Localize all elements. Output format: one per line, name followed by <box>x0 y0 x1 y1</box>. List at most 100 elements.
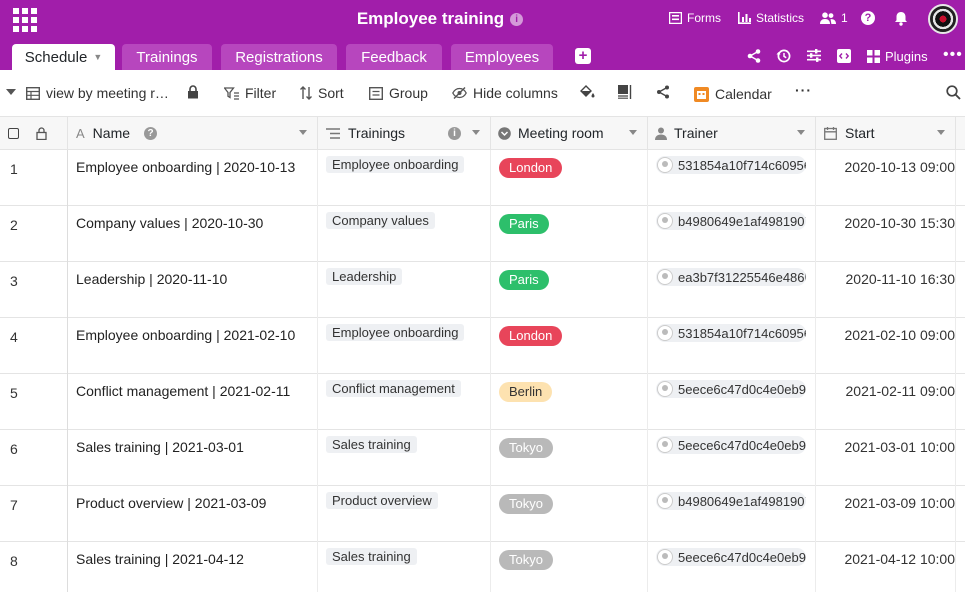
notifications-button[interactable] <box>894 11 908 26</box>
trainings-cell[interactable]: Company values <box>318 206 491 262</box>
trainings-cell[interactable]: Employee onboarding <box>318 318 491 374</box>
name-cell[interactable]: Employee onboarding | 2021-02-10 <box>68 318 318 374</box>
trainer-cell[interactable]: 531854a10f714c60956 <box>648 318 816 374</box>
share-button[interactable] <box>747 49 761 63</box>
user-avatar[interactable] <box>928 4 958 34</box>
tab-schedule[interactable]: Schedule ▼ <box>12 44 115 70</box>
table-row[interactable]: 2 Company values | 2020-10-30 Company valu… <box>0 206 965 262</box>
column-header-trainer[interactable]: Trainer <box>648 117 816 150</box>
chevron-down-icon[interactable] <box>629 130 637 135</box>
start-cell[interactable]: 2021-02-11 09:00 <box>816 374 956 430</box>
filter-button[interactable]: Filter <box>224 85 276 101</box>
add-table-button[interactable]: + <box>575 48 591 64</box>
calendar-button[interactable]: Calendar <box>694 86 772 102</box>
share-view-button[interactable] <box>656 85 670 99</box>
name-cell[interactable]: Conflict management | 2021-02-11 <box>68 374 318 430</box>
name-cell[interactable]: Sales training | 2021-03-01 <box>68 430 318 486</box>
training-link-chip[interactable]: Conflict management <box>326 380 461 397</box>
trainer-cell[interactable]: 5eece6c47d0c4e0eb96 <box>648 542 816 592</box>
trainings-cell[interactable]: Leadership <box>318 262 491 318</box>
trainings-cell[interactable]: Product overview <box>318 486 491 542</box>
view-toggle-button[interactable] <box>6 89 16 95</box>
trainings-cell[interactable]: Sales training <box>318 542 491 592</box>
group-button[interactable]: Group <box>369 85 428 101</box>
meeting-room-cell[interactable]: Tokyo <box>491 486 648 542</box>
trainings-cell[interactable]: Sales training <box>318 430 491 486</box>
lock-view-button[interactable] <box>187 85 199 99</box>
select-all-checkbox[interactable] <box>8 127 19 139</box>
meeting-room-cell[interactable]: Berlin <box>491 374 648 430</box>
start-cell[interactable]: 2020-11-10 16:30 <box>816 262 956 318</box>
trainer-cell[interactable]: b4980649e1af4981907 <box>648 206 816 262</box>
help-button[interactable]: ? <box>861 11 875 25</box>
chevron-down-icon[interactable] <box>472 130 480 135</box>
statistics-button[interactable]: Statistics <box>738 11 804 25</box>
unlock-icon[interactable] <box>36 126 47 140</box>
meeting-room-cell[interactable]: London <box>491 150 648 206</box>
row-number[interactable]: 5 <box>0 374 68 430</box>
start-cell[interactable]: 2021-03-09 10:00 <box>816 486 956 542</box>
plugins-button[interactable]: Plugins <box>867 49 928 64</box>
hide-columns-button[interactable]: Hide columns <box>452 85 558 101</box>
start-cell[interactable]: 2020-10-30 15:30 <box>816 206 956 262</box>
training-link-chip[interactable]: Product overview <box>326 492 438 509</box>
chevron-down-icon[interactable] <box>299 130 307 135</box>
training-link-chip[interactable]: Employee onboarding <box>326 324 465 341</box>
tab-feedback[interactable]: Feedback <box>346 44 442 70</box>
table-row[interactable]: 7 Product overview | 2021-03-09 Product ov… <box>0 486 965 542</box>
row-color-button[interactable] <box>580 85 595 99</box>
row-number[interactable]: 4 <box>0 318 68 374</box>
start-cell[interactable]: 2021-04-12 10:00 <box>816 542 956 592</box>
info-icon[interactable]: i <box>510 13 524 26</box>
training-link-chip[interactable]: Sales training <box>326 548 417 565</box>
row-number[interactable]: 7 <box>0 486 68 542</box>
more-tools-button[interactable]: ··· <box>795 82 812 98</box>
column-header-meeting-room[interactable]: Meeting room <box>491 117 648 150</box>
tab-employees[interactable]: Employees <box>451 44 553 70</box>
name-cell[interactable]: Product overview | 2021-03-09 <box>68 486 318 542</box>
base-title-text[interactable]: Employee training <box>357 9 504 28</box>
row-number[interactable]: 6 <box>0 430 68 486</box>
row-height-button[interactable] <box>618 85 632 99</box>
column-header-start[interactable]: Start <box>816 117 956 150</box>
trainer-cell[interactable]: 5eece6c47d0c4e0eb96 <box>648 430 816 486</box>
table-row[interactable]: 6 Sales training | 2021-03-01 Sales traini… <box>0 430 965 486</box>
search-button[interactable] <box>946 85 961 100</box>
training-link-chip[interactable]: Sales training <box>326 436 417 453</box>
row-number[interactable]: 3 <box>0 262 68 318</box>
column-header-trainings[interactable]: Trainings i <box>318 117 491 150</box>
row-number[interactable]: 2 <box>0 206 68 262</box>
script-button[interactable] <box>837 49 851 63</box>
help-icon[interactable]: ? <box>144 127 157 140</box>
meeting-room-cell[interactable]: London <box>491 318 648 374</box>
name-cell[interactable]: Company values | 2020-10-30 <box>68 206 318 262</box>
table-row[interactable]: 5 Conflict management | 2021-02-11 Conflic… <box>0 374 965 430</box>
more-options-button[interactable]: ••• <box>943 46 963 64</box>
name-cell[interactable]: Sales training | 2021-04-12 <box>68 542 318 592</box>
tab-registrations[interactable]: Registrations <box>221 44 337 70</box>
trainings-cell[interactable]: Conflict management <box>318 374 491 430</box>
chevron-down-icon[interactable]: ▼ <box>93 52 102 62</box>
training-link-chip[interactable]: Leadership <box>326 268 403 285</box>
meeting-room-cell[interactable]: Paris <box>491 262 648 318</box>
chevron-down-icon[interactable] <box>797 130 805 135</box>
trainings-cell[interactable]: Employee onboarding <box>318 150 491 206</box>
row-number[interactable]: 8 <box>0 542 68 592</box>
table-row[interactable]: 3 Leadership | 2020-11-10 Leadership Paris e… <box>0 262 965 318</box>
trainer-cell[interactable]: 531854a10f714c60956 <box>648 150 816 206</box>
table-row[interactable]: 1 Employee onboarding | 2020-10-13 Employe… <box>0 150 965 206</box>
view-selector[interactable]: view by meeting r… <box>26 85 169 101</box>
info-icon[interactable]: i <box>448 127 461 140</box>
tab-trainings[interactable]: Trainings <box>122 44 212 70</box>
meeting-room-cell[interactable]: Tokyo <box>491 430 648 486</box>
start-cell[interactable]: 2020-10-13 09:00 <box>816 150 956 206</box>
sort-button[interactable]: Sort <box>300 85 344 101</box>
meeting-room-cell[interactable]: Tokyo <box>491 542 648 592</box>
chevron-down-icon[interactable] <box>937 130 945 135</box>
trainer-cell[interactable]: b4980649e1af4981907 <box>648 486 816 542</box>
row-number[interactable]: 1 <box>0 150 68 206</box>
history-button[interactable] <box>776 49 791 63</box>
collaborators-button[interactable]: 1 <box>820 11 848 25</box>
training-link-chip[interactable]: Company values <box>326 212 435 229</box>
settings-sliders-button[interactable] <box>807 49 821 62</box>
